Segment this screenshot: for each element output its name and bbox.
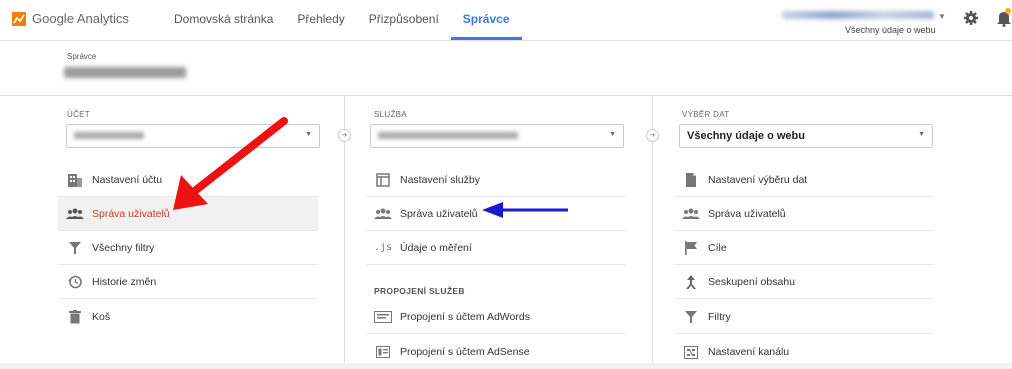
top-bar: Google Analytics Domovská stránka Přehle… <box>0 0 1012 41</box>
account-item-label: Správa uživatelů <box>92 207 170 220</box>
chevron-down-icon: ▼ <box>305 131 312 138</box>
view-select-value: Všechny údaje o webu <box>687 130 805 142</box>
view-select[interactable]: Všechny údaje o webu ▼ <box>679 124 933 148</box>
property-item-user-management[interactable]: Správa uživatelů <box>366 197 626 231</box>
nav-admin[interactable]: Správce <box>450 0 522 40</box>
account-item-user-management[interactable]: Správa uživatelů <box>58 197 318 231</box>
account-item-label: Koš <box>92 311 111 323</box>
account-item-label: Nastavení účtu <box>92 173 163 186</box>
property-item-tracking-info[interactable]: .js Údaje o měření <box>366 231 626 265</box>
view-item-content-grouping[interactable]: Seskupení obsahu <box>674 265 934 299</box>
column-arrow-icon: ➜ <box>646 129 659 142</box>
property-item-label: Údaje o měření <box>400 241 472 254</box>
property-item-label: Správa uživatelů <box>400 207 478 220</box>
account-item-history[interactable]: Historie změn <box>58 265 318 299</box>
users-icon <box>374 206 392 222</box>
content-grouping-icon <box>682 274 700 290</box>
filter-icon <box>66 240 84 256</box>
view-item-label: Nastavení kanálu <box>708 346 790 358</box>
account-switcher-view[interactable]: Všechny údaje o webu <box>845 25 936 35</box>
chevron-down-icon: ▼ <box>918 131 925 138</box>
admin-header: Správce <box>0 41 1012 96</box>
property-item-label: Propojení s účtem AdSense <box>400 346 530 358</box>
account-switcher-blurred[interactable] <box>782 11 934 19</box>
notification-dot <box>1005 8 1011 14</box>
analytics-logo[interactable]: Google Analytics <box>12 11 129 26</box>
account-item-label: Historie změn <box>92 275 157 288</box>
gear-icon[interactable] <box>963 10 979 26</box>
account-item-settings[interactable]: Nastavení účtu <box>58 163 318 197</box>
logo-text: Google Analytics <box>32 11 129 26</box>
view-item-goals[interactable]: Cíle <box>674 231 934 265</box>
property-item-adwords-linking[interactable]: Propojení s účtem AdWords <box>366 300 626 334</box>
view-item-label: Správa uživatelů <box>708 207 786 220</box>
js-icon: .js <box>373 242 393 253</box>
view-item-user-management[interactable]: Správa uživatelů <box>674 197 934 231</box>
view-item-channel-settings[interactable]: Nastavení kanálu <box>674 335 934 369</box>
view-item-filters[interactable]: Filtry <box>674 300 934 334</box>
trash-icon <box>66 309 84 325</box>
view-item-label: Cíle <box>708 241 727 254</box>
adwords-icon <box>374 309 392 325</box>
product-linking-label: PROPOJENÍ SLUŽEB <box>374 286 465 296</box>
view-item-label: Filtry <box>708 310 731 323</box>
main-nav: Domovská stránka Přehledy Přizpůsobení S… <box>162 0 522 40</box>
account-item-trash[interactable]: Koš <box>58 300 318 334</box>
account-name-blurred <box>64 67 186 78</box>
view-column-label: VÝBĚR DAT <box>682 110 730 119</box>
adsense-icon <box>374 344 392 360</box>
account-item-filters[interactable]: Všechny filtry <box>58 231 318 265</box>
view-item-label: Nastavení výběru dat <box>708 173 808 186</box>
chevron-down-icon[interactable]: ▼ <box>938 12 946 21</box>
property-select-value-blurred <box>378 132 518 139</box>
account-select-value-blurred <box>74 132 144 139</box>
property-item-label: Propojení s účtem AdWords <box>400 310 530 323</box>
history-icon <box>66 274 84 290</box>
page-title: Správce <box>67 52 97 61</box>
account-column-label: ÚČET <box>67 110 90 119</box>
property-item-settings[interactable]: Nastavení služby <box>366 163 626 197</box>
property-item-label: Nastavení služby <box>400 173 480 186</box>
admin-columns: ÚČET ▼ Nastavení účtu Správa uživatelů V… <box>0 96 1012 363</box>
property-item-adsense-linking[interactable]: Propojení s účtem AdSense <box>366 335 626 369</box>
nav-home[interactable]: Domovská stránka <box>162 0 285 38</box>
account-select[interactable]: ▼ <box>66 124 320 148</box>
building-icon <box>66 172 84 188</box>
filter-icon <box>682 309 700 325</box>
nav-reports[interactable]: Přehledy <box>285 0 356 38</box>
analytics-logo-icon <box>12 11 26 26</box>
users-icon <box>682 206 700 222</box>
document-icon <box>682 172 700 188</box>
property-column-label: SLUŽBA <box>374 110 407 119</box>
flag-icon <box>682 240 700 256</box>
channel-icon <box>682 344 700 360</box>
account-item-label: Všechny filtry <box>92 241 155 254</box>
window-icon <box>374 172 392 188</box>
property-select[interactable]: ▼ <box>370 124 624 148</box>
column-arrow-icon: ➜ <box>338 129 351 142</box>
nav-customization[interactable]: Přizpůsobení <box>357 0 451 38</box>
users-icon <box>66 206 84 222</box>
view-item-settings[interactable]: Nastavení výběru dat <box>674 163 934 197</box>
chevron-down-icon: ▼ <box>609 131 616 138</box>
view-item-label: Seskupení obsahu <box>708 275 795 288</box>
